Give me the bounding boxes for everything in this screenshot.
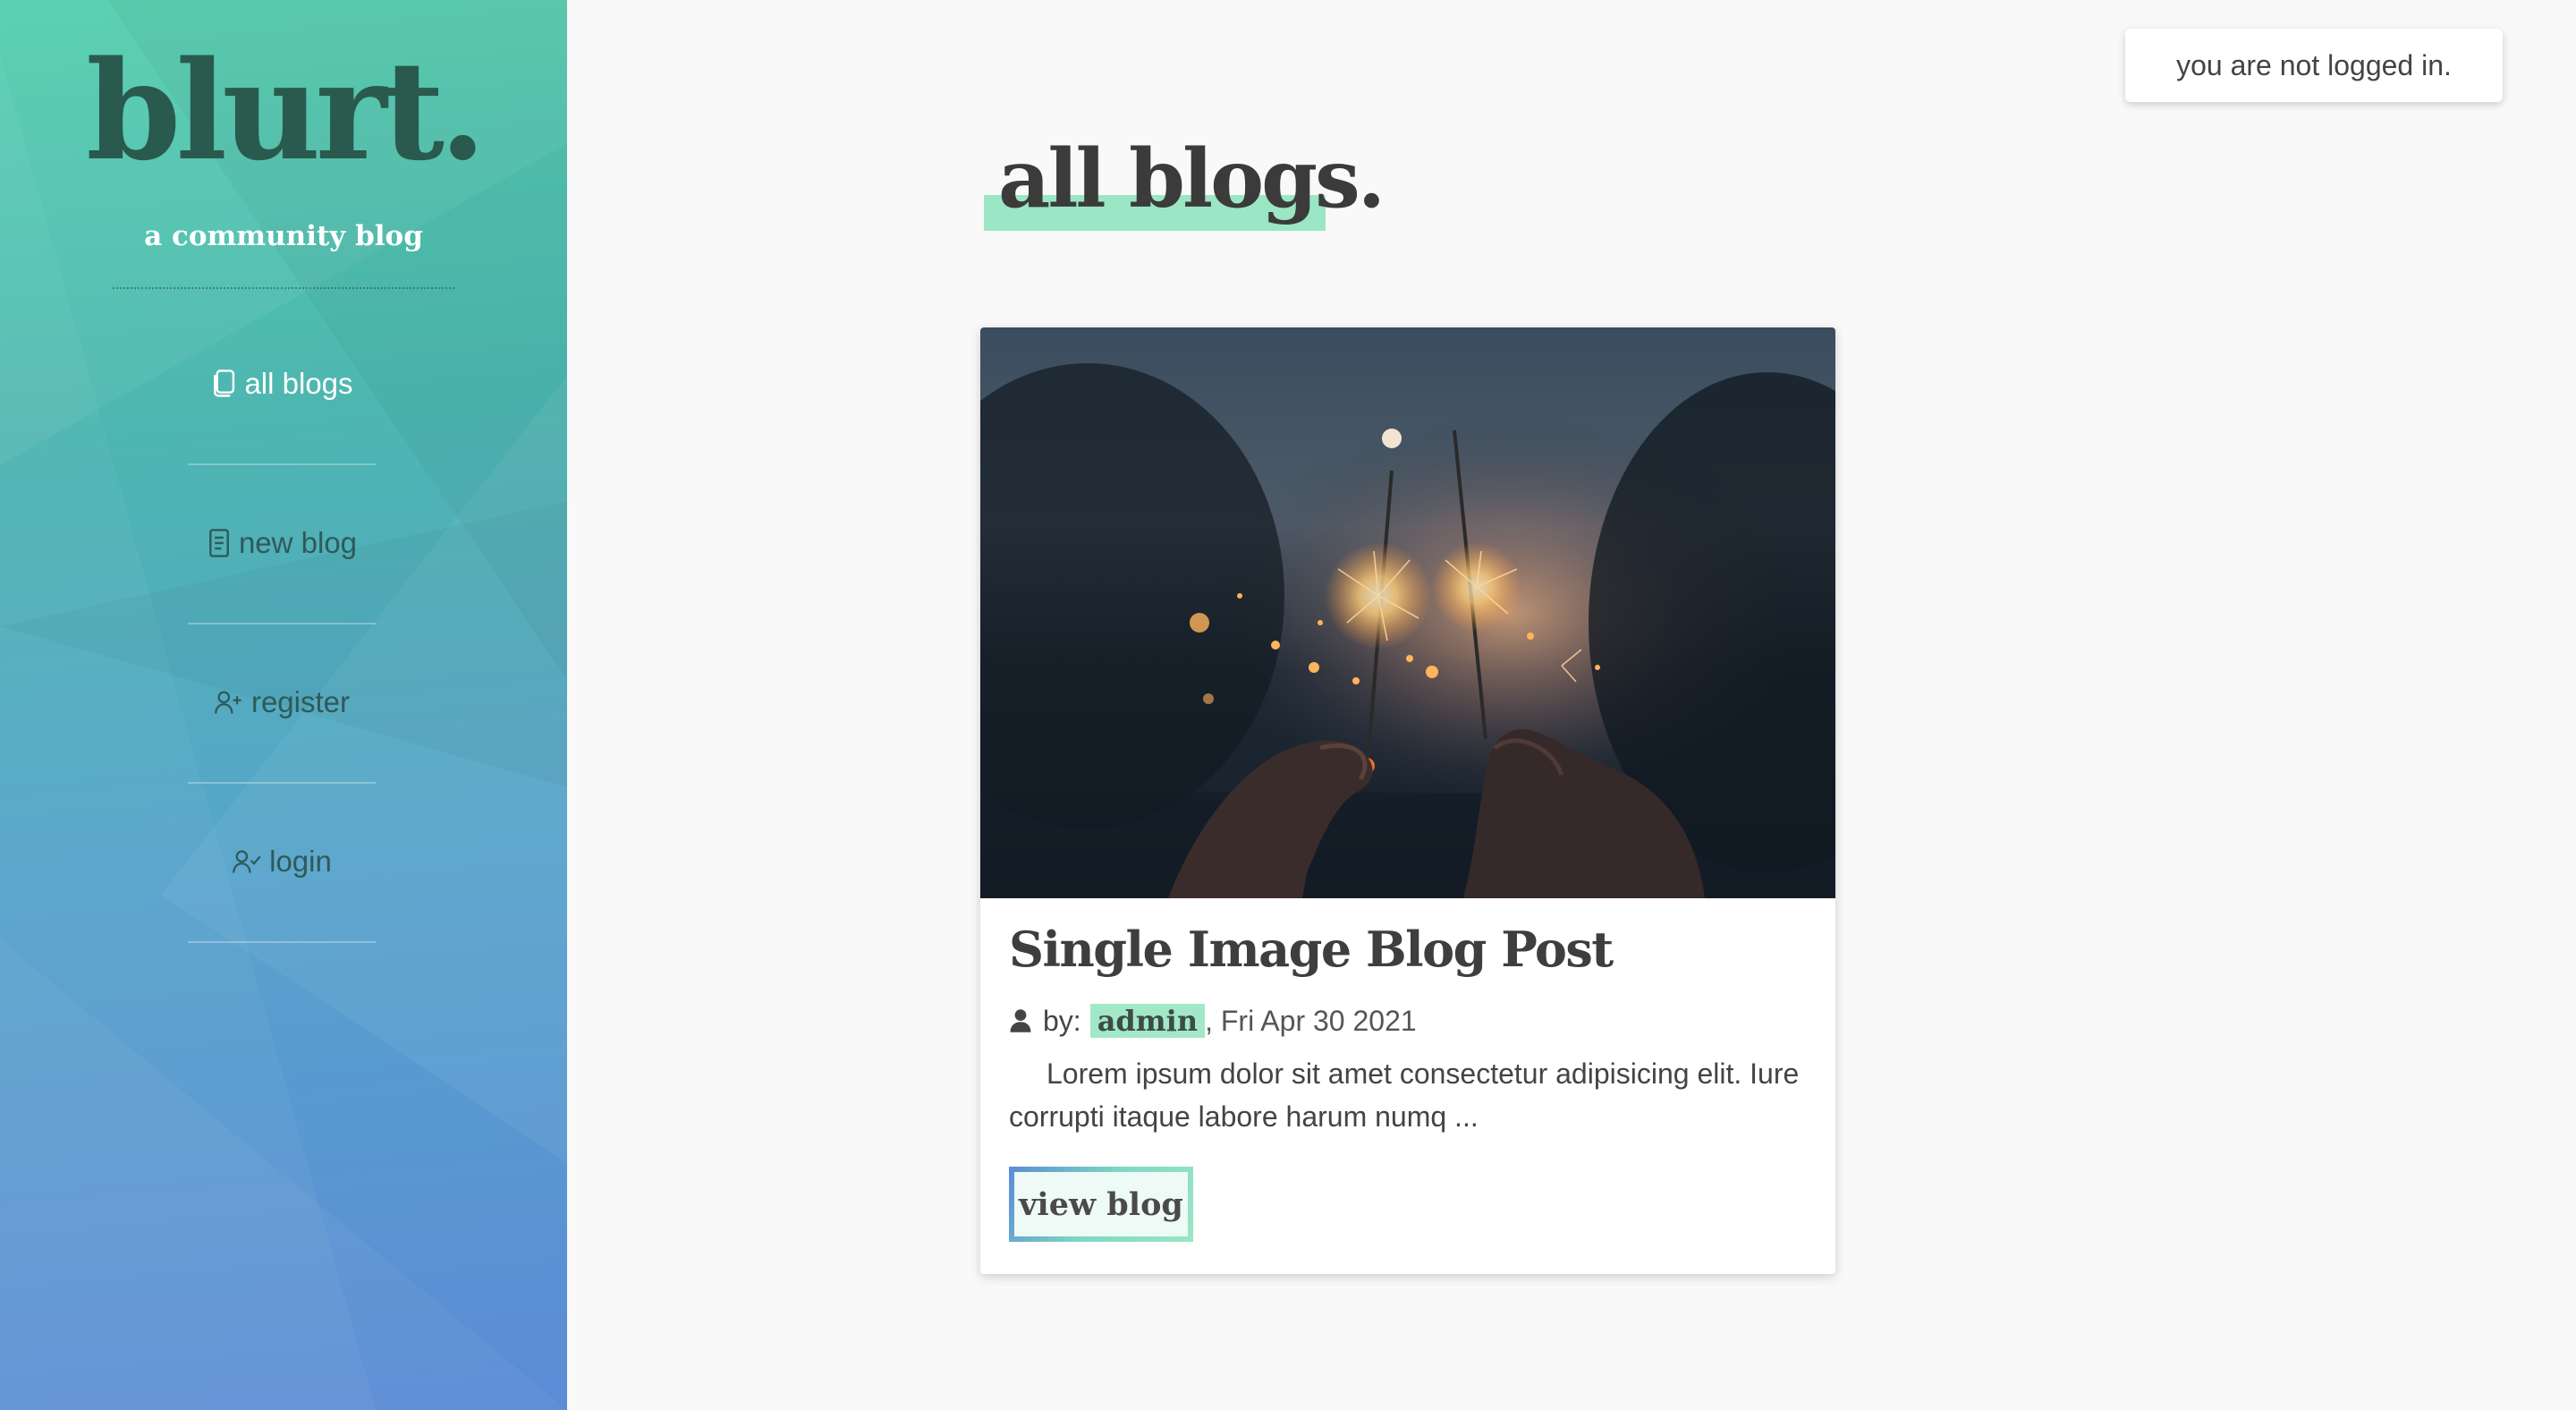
user-check-icon xyxy=(232,848,262,875)
blog-card: Single Image Blog Post by: admin , Fri A… xyxy=(980,327,1835,1274)
sidebar-item-all-blogs[interactable]: all blogs xyxy=(188,304,376,463)
sidebar-item-register[interactable]: register xyxy=(188,623,376,782)
page-heading: all blogs. xyxy=(984,125,1385,233)
blog-excerpt: Lorem ipsum dolor sit amet consectetur a… xyxy=(1009,1058,1800,1133)
blog-image xyxy=(980,327,1835,898)
sidebar-item-login[interactable]: login xyxy=(188,782,376,941)
sidebar-item-label: register xyxy=(250,685,351,718)
brand-tagline: a community blog xyxy=(144,220,423,252)
sidebar-item-label: login xyxy=(269,845,332,878)
brand-divider xyxy=(113,287,454,289)
by-label: by: xyxy=(1043,1004,1081,1037)
login-status-badge: you are not logged in. xyxy=(2125,29,2503,102)
sidebar-item-new-blog[interactable]: new blog xyxy=(188,463,376,623)
author-badge: admin xyxy=(1089,1004,1206,1038)
sidebar: blurt. a community blog all blogs new bl… xyxy=(0,0,567,1410)
view-blog-button[interactable]: view blog xyxy=(1009,1167,1193,1242)
blog-title[interactable]: Single Image Blog Post xyxy=(1009,922,1614,976)
sidebar-item-label: new blog xyxy=(238,526,358,559)
page-title: all blogs. xyxy=(998,132,1385,226)
post-date: , Fri Apr 30 2021 xyxy=(1205,1004,1417,1037)
user-plus-icon xyxy=(214,689,244,716)
blog-meta: by: admin , Fri Apr 30 2021 xyxy=(1009,1004,1417,1038)
copy-icon xyxy=(210,369,237,399)
brand-logo[interactable]: blurt. xyxy=(0,43,567,179)
sidebar-item-label: all blogs xyxy=(244,367,353,400)
nav-divider xyxy=(188,941,376,943)
user-icon xyxy=(1009,1008,1032,1033)
file-text-icon xyxy=(207,528,232,558)
